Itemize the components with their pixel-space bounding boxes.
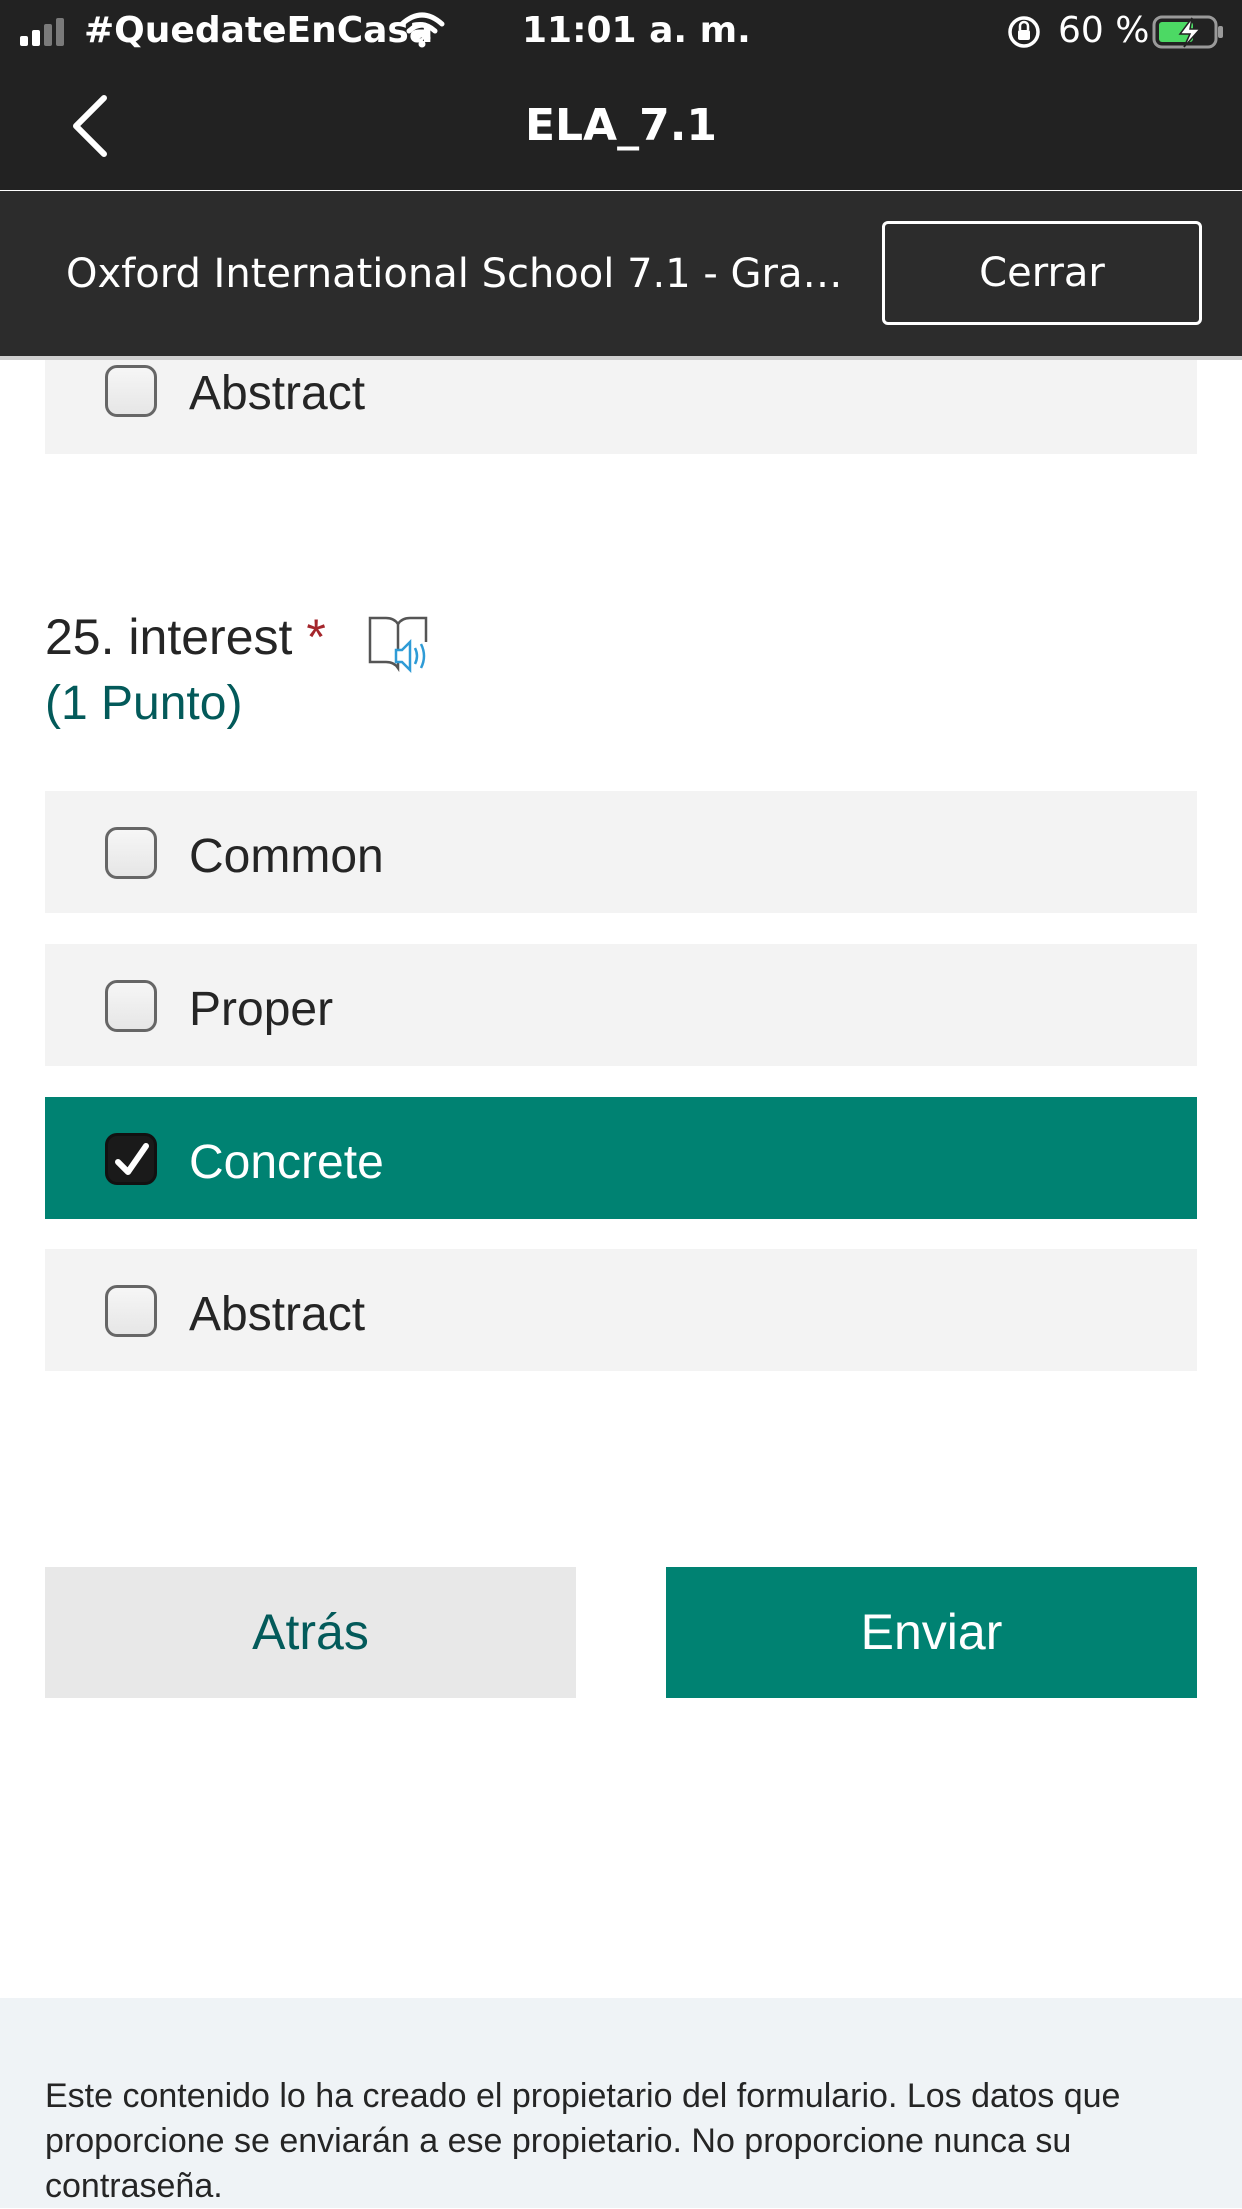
option-label: Concrete — [189, 1136, 384, 1189]
option-label: Proper — [189, 983, 334, 1036]
required-asterisk: * — [306, 609, 326, 665]
option-abstract[interactable]: Abstract — [45, 1249, 1197, 1371]
checkbox[interactable] — [105, 827, 157, 879]
option-proper[interactable]: Proper — [45, 944, 1197, 1066]
option-label: Abstract — [189, 367, 366, 420]
question-title: 25. interest * — [45, 608, 326, 666]
option-label: Common — [189, 830, 384, 883]
previous-question-option[interactable]: Abstract — [45, 360, 1197, 454]
question-text: interest — [128, 609, 293, 665]
battery-icon — [1152, 15, 1223, 49]
checkbox[interactable] — [105, 980, 157, 1032]
form-title: Oxford International School 7.1 - Gramm.… — [66, 251, 866, 297]
navigation-bar: ELA_7.1 — [0, 62, 1242, 190]
option-common[interactable]: Common — [45, 791, 1197, 913]
disclaimer-text: Este contenido lo ha creado el propietar… — [45, 2077, 1121, 2205]
clock: 11:01 a. m. — [522, 10, 751, 51]
carrier-label: #QuedateEnCasa — [84, 10, 434, 51]
form-header: Oxford International School 7.1 - Gramm.… — [0, 191, 1242, 356]
option-concrete[interactable]: Concrete — [45, 1097, 1197, 1219]
signal-icon — [20, 18, 64, 46]
checkmark-icon — [115, 1143, 149, 1175]
status-bar: #QuedateEnCasa 11:01 a. m. 60 % — [0, 0, 1242, 62]
question-number: 25. — [45, 609, 115, 665]
checkbox[interactable] — [105, 365, 157, 417]
footer: Este contenido lo ha creado el propietar… — [0, 1998, 1242, 2208]
wifi-icon — [399, 12, 445, 48]
option-label: Abstract — [189, 1288, 366, 1341]
immersive-reader-icon[interactable] — [368, 612, 432, 674]
back-button[interactable]: Atrás — [45, 1567, 576, 1698]
close-button[interactable]: Cerrar — [882, 221, 1202, 325]
page-title: ELA_7.1 — [524, 100, 718, 151]
submit-button[interactable]: Enviar — [666, 1567, 1197, 1698]
checkbox-checked[interactable] — [105, 1133, 157, 1185]
checkbox[interactable] — [105, 1285, 157, 1337]
orientation-lock-icon — [1008, 16, 1040, 48]
question-points: (1 Punto) — [45, 677, 243, 730]
battery-percent: 60 % — [1058, 10, 1150, 51]
